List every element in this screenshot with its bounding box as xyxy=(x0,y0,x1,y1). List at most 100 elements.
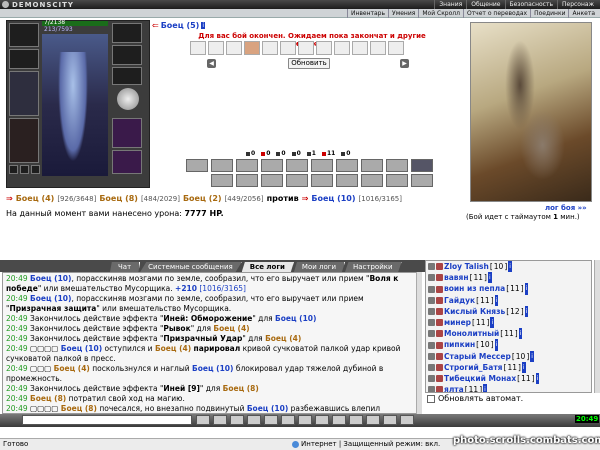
user-info-icon[interactable]: i xyxy=(535,373,540,385)
action-slot[interactable] xyxy=(316,41,332,55)
action-slot[interactable] xyxy=(244,41,260,55)
slot-earrings[interactable] xyxy=(112,23,142,43)
tab-chat[interactable]: Чат xyxy=(110,262,141,272)
user-name[interactable]: пипкин xyxy=(444,339,475,350)
nav-security[interactable]: Безопасность xyxy=(504,0,558,9)
user-info-icon[interactable]: i xyxy=(494,339,499,351)
slot-bracers[interactable] xyxy=(112,45,142,65)
tab-system[interactable]: Системные сообщения xyxy=(140,262,242,272)
user-row[interactable]: Строгий_Батя[11] i xyxy=(428,361,589,374)
color-icon[interactable] xyxy=(315,415,329,425)
user-name[interactable]: вавян xyxy=(444,272,469,283)
skill-icon[interactable] xyxy=(236,159,258,172)
skill-icon[interactable] xyxy=(336,174,358,187)
auto-refresh[interactable]: Обновлять автомат. xyxy=(427,394,523,403)
smile-icon[interactable] xyxy=(230,415,244,425)
clear-icon[interactable] xyxy=(213,415,227,425)
user-row[interactable]: Гайдук[11] i xyxy=(428,294,589,306)
user-info-icon[interactable]: i xyxy=(521,361,526,374)
nav-inventory[interactable]: Инвентарь xyxy=(346,9,388,18)
skill-icon[interactable] xyxy=(286,174,308,187)
user-row[interactable]: воин из пепла[11] i xyxy=(428,283,589,295)
user-row[interactable]: пипкин[10] i xyxy=(428,339,589,351)
user-info-icon[interactable]: i xyxy=(483,384,487,392)
skill-icon[interactable] xyxy=(386,159,408,172)
prev-arrow-icon[interactable]: ◀ xyxy=(207,59,216,68)
site-logo[interactable]: DEMONSCITY xyxy=(2,0,74,9)
nav-communication[interactable]: Общение xyxy=(466,0,504,9)
skill-icon[interactable] xyxy=(261,159,283,172)
user-row[interactable]: ялта[11] i xyxy=(428,384,589,392)
user-info-icon[interactable]: i xyxy=(518,328,523,340)
fighter-name[interactable]: Боец (8) xyxy=(99,194,138,203)
user-name[interactable]: Кислый Князь xyxy=(444,306,505,317)
nav-profile[interactable]: Анкета xyxy=(568,9,598,18)
user-info-icon[interactable]: i xyxy=(530,350,534,362)
bag-icon[interactable] xyxy=(366,415,380,425)
user-row[interactable]: Монолитный[11] i xyxy=(428,328,589,340)
nav-battles[interactable]: Поединки xyxy=(530,9,568,18)
tab-all-logs[interactable]: Все логи xyxy=(241,262,294,272)
skill-icon[interactable] xyxy=(361,159,383,172)
auto-refresh-checkbox[interactable] xyxy=(427,394,435,403)
skill-icon[interactable] xyxy=(186,159,208,172)
user-name[interactable]: Гайдук xyxy=(444,295,475,306)
skill-icon[interactable] xyxy=(261,174,283,187)
slot-boots[interactable] xyxy=(112,150,142,174)
action-slot[interactable] xyxy=(388,41,404,55)
translit-icon[interactable] xyxy=(281,415,295,425)
fighter-name[interactable]: Боец (2) xyxy=(183,194,222,203)
slot-weapon[interactable] xyxy=(9,71,39,116)
user-row[interactable]: Тибецкий Монах[11] i xyxy=(428,373,589,385)
nav-my-scroll[interactable]: Мой Скролл xyxy=(418,9,463,18)
slot-ring-3[interactable] xyxy=(31,165,40,174)
map-icon[interactable] xyxy=(383,415,397,425)
sound-icon[interactable] xyxy=(298,415,312,425)
slot-gloves[interactable] xyxy=(112,67,142,85)
settings-icon[interactable] xyxy=(332,415,346,425)
skill-icon[interactable] xyxy=(336,159,358,172)
moon-icon[interactable] xyxy=(117,88,139,110)
user-name[interactable]: Zloy Talish xyxy=(444,261,489,272)
user-list-scrollbar[interactable] xyxy=(594,260,600,393)
skill-icon[interactable] xyxy=(311,159,333,172)
user-info-icon[interactable]: i xyxy=(524,305,529,318)
skill-icon[interactable] xyxy=(386,174,408,187)
private-icon[interactable] xyxy=(264,415,278,425)
user-info-icon[interactable]: i xyxy=(487,272,492,284)
chat-log[interactable]: 20:49 Боец (10), порасскиняв мозгами по … xyxy=(2,272,422,414)
send-icon[interactable] xyxy=(196,415,210,425)
action-slot[interactable] xyxy=(190,41,206,55)
user-name[interactable]: минер xyxy=(444,317,471,328)
skill-icon[interactable] xyxy=(286,159,308,172)
user-name[interactable]: ялта xyxy=(444,384,464,392)
nav-skills[interactable]: Умения xyxy=(388,9,418,18)
action-slot[interactable] xyxy=(226,41,242,55)
user-info-icon[interactable]: i xyxy=(508,261,512,273)
skill-icon[interactable] xyxy=(411,174,433,187)
user-name[interactable]: Старый Мессер xyxy=(444,351,511,362)
opponent-name[interactable]: Боец (5) xyxy=(161,21,200,30)
user-row[interactable]: минер[11] i xyxy=(428,317,589,329)
skill-icon[interactable] xyxy=(211,174,233,187)
user-name[interactable]: Строгий_Батя xyxy=(444,362,503,373)
slot-armor[interactable] xyxy=(9,118,39,163)
battle-log-link[interactable]: лог боя »» xyxy=(545,204,587,212)
user-row[interactable]: Кислый Князь[12] i xyxy=(428,305,589,318)
action-slot[interactable] xyxy=(334,41,350,55)
chat-scrollbar[interactable] xyxy=(416,272,422,414)
action-slot[interactable] xyxy=(208,41,224,55)
tab-settings[interactable]: Настройки xyxy=(345,262,402,272)
help-icon[interactable] xyxy=(349,415,363,425)
nav-character[interactable]: Персонаж xyxy=(557,0,598,9)
opponent-info-icon[interactable]: i xyxy=(201,21,205,29)
fighter-name[interactable]: Боец (10) xyxy=(311,194,355,203)
user-row[interactable]: Zloy Talish[10] i xyxy=(428,261,589,273)
user-name[interactable]: Монолитный xyxy=(444,328,499,339)
fighter-name[interactable]: Боец (4) xyxy=(16,194,55,203)
skill-icon[interactable] xyxy=(361,174,383,187)
skill-icon[interactable] xyxy=(211,159,233,172)
skill-icon[interactable] xyxy=(411,159,433,172)
refresh-button[interactable]: Обновить xyxy=(288,58,330,69)
user-row[interactable]: вавян[11] i xyxy=(428,272,589,284)
